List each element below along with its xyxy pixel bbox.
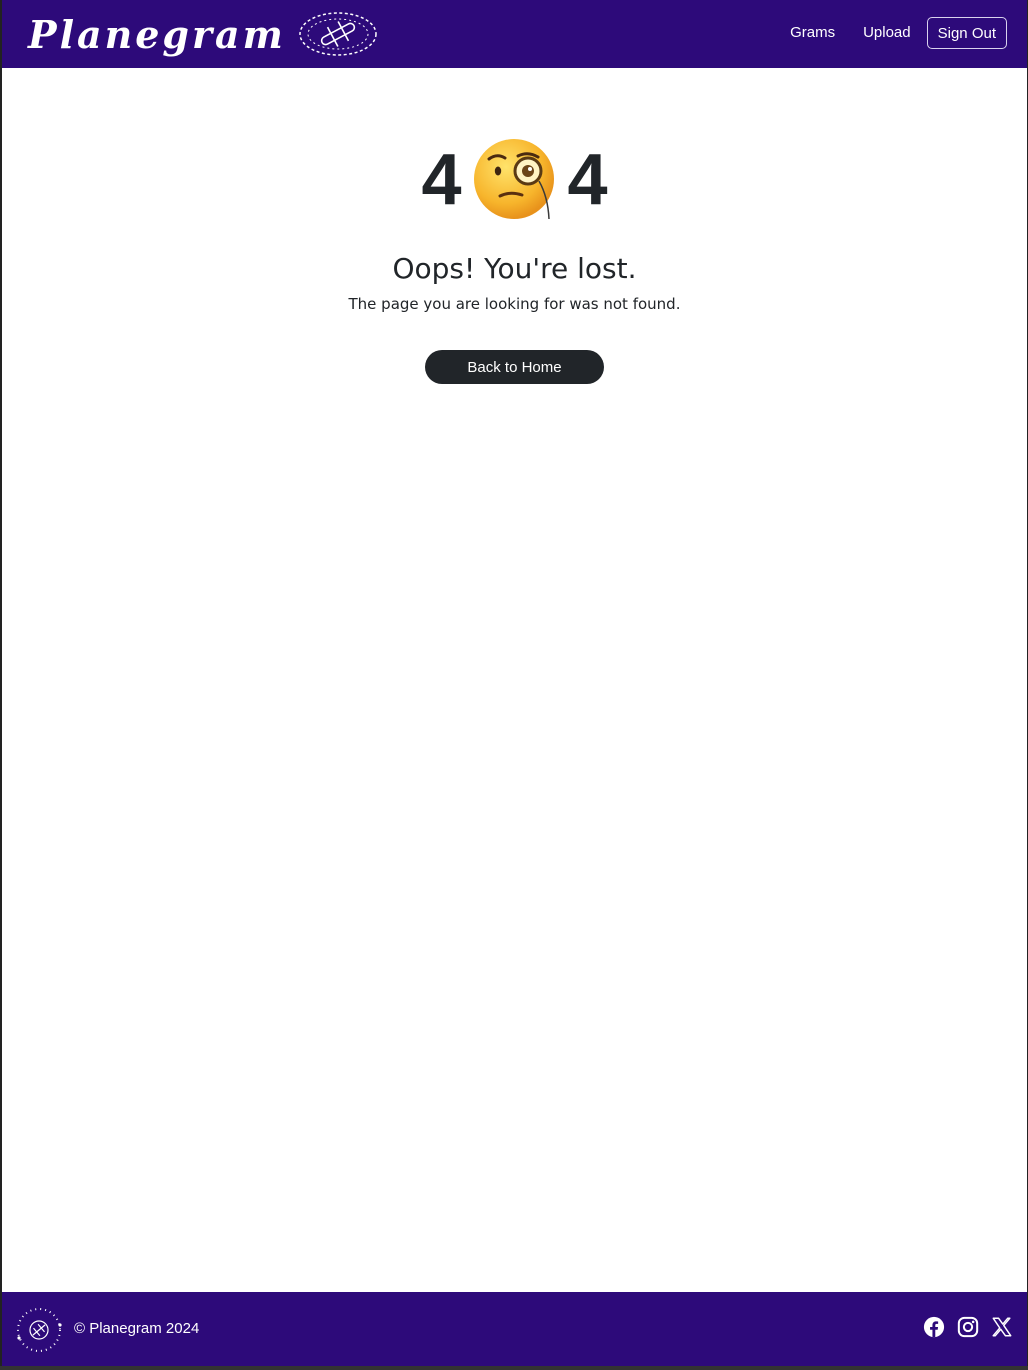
error-title: Oops! You're lost. bbox=[392, 252, 637, 285]
error-message: The page you are looking for was not fou… bbox=[348, 295, 681, 313]
sign-out-button[interactable]: Sign Out bbox=[926, 17, 1007, 49]
page: Planegram Grams Upload Sign Out 4 4 Oops… bbox=[2, 0, 1027, 1366]
nav-upload-link[interactable]: Upload bbox=[849, 17, 925, 49]
facebook-icon[interactable] bbox=[923, 1316, 945, 1338]
window-bottom-edge bbox=[0, 1366, 1028, 1370]
copyright-text: © Planegram 2024 bbox=[74, 1320, 200, 1337]
nav-grams-link[interactable]: Grams bbox=[776, 17, 849, 49]
brand-link[interactable]: Planegram bbox=[28, 8, 378, 60]
footer: © Planegram 2024 bbox=[2, 1292, 1027, 1366]
footer-logo-icon bbox=[17, 1308, 62, 1352]
social-links bbox=[923, 1316, 1013, 1338]
back-to-home-button[interactable]: Back to Home bbox=[425, 350, 604, 384]
not-found-section: 4 4 Oops! You're lost. The page you are … bbox=[2, 132, 1027, 384]
brand-name: Planegram bbox=[28, 11, 286, 57]
main-nav: Grams Upload Sign Out bbox=[776, 17, 1007, 49]
error-code-digit-last: 4 bbox=[567, 140, 608, 220]
face-with-monocle-icon bbox=[473, 139, 554, 220]
error-code-digit-first: 4 bbox=[421, 140, 462, 220]
error-code: 4 4 bbox=[2, 132, 1027, 228]
plane-logo-icon bbox=[299, 12, 377, 56]
top-navbar: Planegram Grams Upload Sign Out bbox=[2, 0, 1027, 68]
x-icon[interactable] bbox=[991, 1316, 1013, 1338]
instagram-icon[interactable] bbox=[957, 1316, 979, 1338]
